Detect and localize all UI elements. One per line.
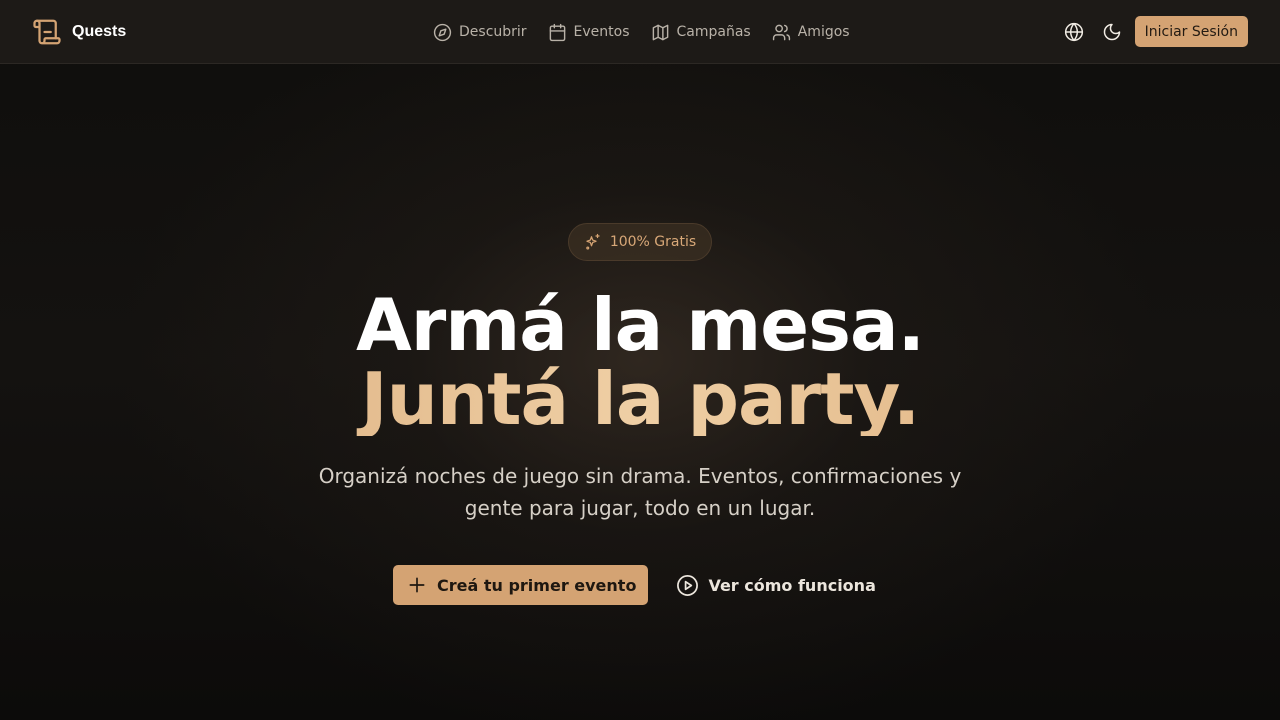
nav-item-label: Eventos xyxy=(573,24,630,40)
free-badge: 100% Gratis xyxy=(568,223,712,261)
moon-icon xyxy=(1103,23,1120,40)
hero-title: Armá la mesa. Juntá la party. xyxy=(0,288,1280,436)
calendar-icon xyxy=(549,23,565,41)
how-it-works-label: Ver cómo funciona xyxy=(708,575,876,595)
main-nav: Descubrir Eventos Campañas Amigos xyxy=(433,20,850,44)
hero-title-line1: Armá la mesa. xyxy=(356,283,925,367)
globe-icon xyxy=(1064,22,1083,41)
nav-item-label: Campañas xyxy=(676,24,751,40)
plus-icon xyxy=(409,577,425,593)
nav-item-campanas[interactable]: Campañas xyxy=(651,23,751,42)
login-button[interactable]: Iniciar Sesión xyxy=(1134,16,1248,47)
nav-item-label: Descubrir xyxy=(459,24,527,40)
language-button[interactable] xyxy=(1055,16,1093,47)
top-navbar: Quests Descubrir Eventos Campañas Amigos… xyxy=(0,0,1280,64)
brand-name: Quests xyxy=(72,23,127,40)
compass-icon xyxy=(433,23,452,41)
theme-toggle-button[interactable] xyxy=(1093,16,1131,47)
nav-item-descubrir[interactable]: Descubrir xyxy=(433,23,527,42)
sparkles-icon xyxy=(586,233,600,250)
hero-subtitle: Organizá noches de juego sin drama. Even… xyxy=(318,464,962,520)
scroll-icon xyxy=(33,19,61,45)
nav-item-label: Amigos xyxy=(797,24,850,40)
map-icon xyxy=(652,24,668,40)
users-icon xyxy=(772,24,790,40)
create-event-label: Creá tu primer evento xyxy=(437,575,637,595)
hero-title-line2: Juntá la party. xyxy=(0,362,1280,436)
nav-item-eventos[interactable]: Eventos xyxy=(548,23,630,42)
nav-item-amigos[interactable]: Amigos xyxy=(772,23,850,42)
hero-cta-row: Creá tu primer evento Ver cómo funciona xyxy=(393,565,876,605)
how-it-works-button[interactable]: Ver cómo funciona xyxy=(676,574,876,597)
header-actions: Iniciar Sesión xyxy=(1055,16,1248,47)
brand-logo-link[interactable]: Quests xyxy=(32,16,126,48)
play-circle-icon xyxy=(677,574,699,596)
create-event-button[interactable]: Creá tu primer evento xyxy=(393,565,649,605)
badge-label: 100% Gratis xyxy=(609,234,697,250)
